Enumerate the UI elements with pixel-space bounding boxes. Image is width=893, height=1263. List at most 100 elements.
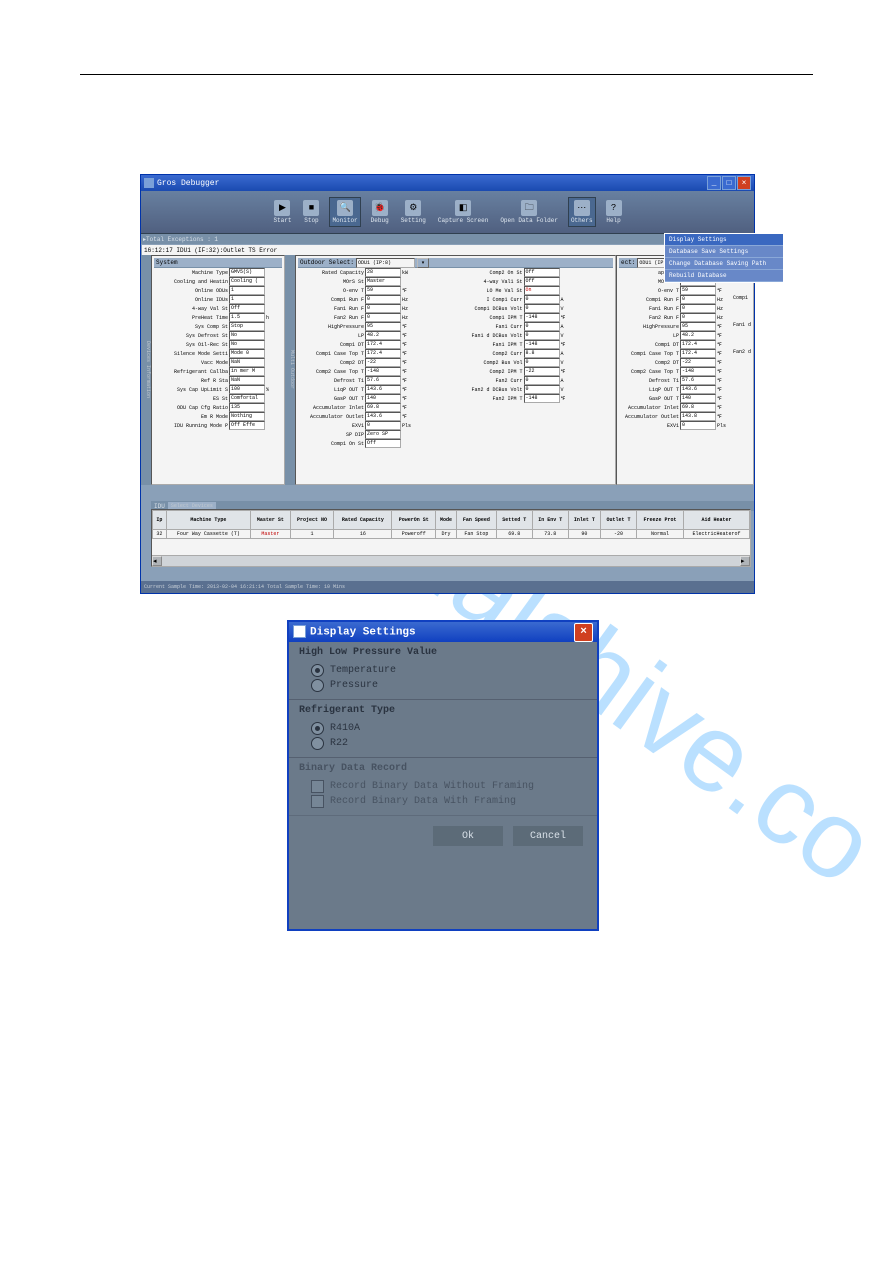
field-value[interactable]: Off [524,277,560,286]
field-value[interactable]: -22 [680,358,716,367]
field-value[interactable]: -148 [524,340,560,349]
col-header[interactable]: Freeze Prot [636,511,683,530]
field-value[interactable]: 0 [365,313,401,322]
field-value[interactable]: NaN [229,358,265,367]
setting-button[interactable]: ⚙Setting [399,198,428,226]
field-value[interactable]: Comfortal [229,394,265,403]
field-value[interactable]: 143.8 [680,412,716,421]
dialog-titlebar[interactable]: Display Settings × [289,622,597,642]
field-value[interactable]: 59 [680,286,716,295]
field-value[interactable]: 0 [365,304,401,313]
field-value[interactable]: 1 [229,295,265,304]
debug-button[interactable]: 🐞Debug [369,198,391,226]
field-value[interactable]: 95 [365,322,401,331]
col-header[interactable]: Outlet T [600,511,636,530]
others-button[interactable]: ⋯Others [568,197,596,227]
col-header[interactable]: Ip [153,511,167,530]
field-value[interactable]: 28 [365,268,401,277]
field-value[interactable]: Off [229,304,265,313]
field-value[interactable]: Mode 0 [229,349,265,358]
field-value[interactable]: 140 [680,394,716,403]
close-button[interactable]: × [737,176,751,190]
radio-pressure-opt[interactable]: Pressure [311,679,587,692]
col-header[interactable]: Project NO [290,511,333,530]
field-value[interactable]: 48.2 [365,331,401,340]
field-value[interactable]: Zero SP [365,430,401,439]
radio-r22[interactable]: R22 [311,737,587,750]
field-value[interactable]: 0 [524,376,560,385]
field-value[interactable]: Stop [229,322,265,331]
field-value[interactable]: 140 [365,394,401,403]
field-value[interactable]: NaN [229,376,265,385]
field-value[interactable]: 59 [365,286,401,295]
col-header[interactable]: Machine Type [166,511,250,530]
table-row[interactable]: 32Four Way Cassette (T)Master116Poweroff… [153,530,750,539]
field-value[interactable]: -22 [524,367,560,376]
menu-item[interactable]: Change Database Saving Path [665,258,783,270]
field-value[interactable]: Off Effe [229,421,265,430]
menu-item[interactable]: Rebuild Database [665,270,783,282]
field-value[interactable]: 57.6 [680,376,716,385]
field-value[interactable]: 8.8 [524,349,560,358]
field-value[interactable]: 48.2 [680,331,716,340]
field-value[interactable]: Off [524,268,560,277]
field-value[interactable]: 143.6 [365,385,401,394]
col-header[interactable]: PowerOn St [392,511,435,530]
col-header[interactable]: Rated Capacity [334,511,392,530]
field-value[interactable]: 0 [365,421,401,430]
stop-button[interactable]: ■Stop [301,198,321,226]
field-value[interactable]: 0 [680,295,716,304]
field-value[interactable]: 1 [229,286,265,295]
field-value[interactable]: 172.4 [680,340,716,349]
col-header[interactable]: Fan Speed [457,511,497,530]
field-value[interactable]: 0 [365,295,401,304]
field-value[interactable]: 69.8 [365,403,401,412]
outdoor-select-button[interactable]: ▾ [417,258,429,268]
multi-outdoor-sidebar[interactable]: Multi Outdoor [285,255,295,485]
field-value[interactable]: 143.6 [680,385,716,394]
field-value[interactable]: GMV5(S) [229,268,265,277]
ok-button[interactable]: Ok [433,826,503,846]
idu-table[interactable]: IpMachine TypeMaster StProject NORated C… [151,509,751,567]
field-value[interactable]: On [524,286,560,295]
field-value[interactable]: No [229,340,265,349]
field-value[interactable]: Off [365,439,401,448]
field-value[interactable]: 57.6 [365,376,401,385]
col-header[interactable]: Aid Heater [684,511,750,530]
devices-info-sidebar[interactable]: Devices Information [141,255,151,485]
minimize-button[interactable]: _ [707,176,721,190]
cancel-button[interactable]: Cancel [513,826,583,846]
field-value[interactable]: 172.4 [365,349,401,358]
field-value[interactable]: Cooling ( [229,277,265,286]
menu-item[interactable]: Database Save Settings [665,246,783,258]
field-value[interactable]: -148 [524,394,560,403]
col-header[interactable]: Setted T [496,511,532,530]
capture-button[interactable]: ◧Capture Screen [436,198,490,226]
outdoor-select[interactable]: ODU1 (IP:8) [356,258,415,268]
field-value[interactable]: 0 [524,322,560,331]
open-button[interactable]: 🗀Open Data Folder [498,198,560,226]
field-value[interactable]: Nothing [229,412,265,421]
dialog-close-button[interactable]: × [574,623,593,642]
col-header[interactable]: Mode [435,511,456,530]
field-value[interactable]: -148 [365,367,401,376]
field-value[interactable]: 0 [524,385,560,394]
field-value[interactable]: 95 [680,322,716,331]
help-button[interactable]: ?Help [604,198,624,226]
field-value[interactable]: No [229,331,265,340]
field-value[interactable]: 0 [680,304,716,313]
field-value[interactable]: Master [365,277,401,286]
field-value[interactable]: 1.5 [229,313,265,322]
titlebar[interactable]: Gros Debugger _ □ × [141,175,754,191]
radio-r410a[interactable]: R410A [311,722,587,735]
exceptions-bar[interactable]: ▸ Total Exceptions : 1 [141,234,754,244]
field-value[interactable]: 0 [680,313,716,322]
field-value[interactable]: -22 [365,358,401,367]
field-value[interactable]: 135 [229,403,265,412]
field-value[interactable]: -148 [680,367,716,376]
field-value[interactable]: 100 [229,385,265,394]
field-value[interactable]: 0 [524,358,560,367]
field-value[interactable]: 143.6 [365,412,401,421]
radio-temperature[interactable]: Temperature [311,664,587,677]
field-value[interactable]: 0 [524,295,560,304]
